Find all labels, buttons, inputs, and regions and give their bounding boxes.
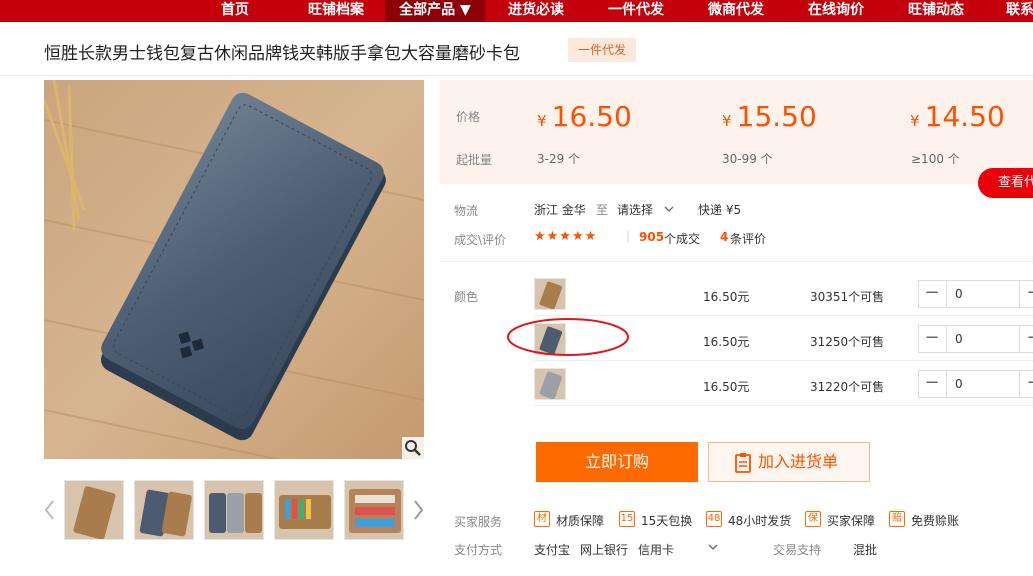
48h-shipping-icon: 48 — [706, 511, 722, 527]
service-credit[interactable]: 免费赊账 — [911, 512, 959, 529]
nav-home[interactable]: 首页 — [205, 0, 265, 22]
pay-alipay: 支付宝 — [534, 543, 571, 557]
buyer-protection-icon: 保 — [805, 511, 821, 527]
thumb-prev-arrow[interactable] — [42, 495, 58, 525]
tier-3-price: ¥ 14.50 — [910, 100, 1005, 133]
deals-count[interactable]: 905 — [639, 230, 664, 244]
increment-button[interactable]: + — [1021, 371, 1033, 397]
decrement-button[interactable]: − — [919, 326, 945, 352]
chevron-left-icon — [44, 500, 54, 520]
nav-online-inquiry[interactable]: 在线询价 — [796, 0, 876, 22]
buyer-services-label: 买家服务 — [454, 515, 503, 529]
variant-price: 16.50元 — [703, 380, 750, 394]
variant-row: 16.50元 31220个可售 − + — [439, 364, 1033, 404]
payment-label: 支付方式 — [454, 543, 503, 557]
tier-2-range: 30-99 个 — [722, 152, 773, 166]
thumbnail-1[interactable] — [64, 480, 124, 540]
tier-1-range: 3-29 个 — [537, 152, 581, 166]
quantity-stepper: − + — [918, 280, 1033, 308]
product-title: 恒胜长款男士钱包复古休闲品牌钱夹韩版手拿包大容量磨砂卡包 — [44, 44, 520, 64]
thumbnail-3[interactable] — [204, 480, 264, 540]
variant-stock: 30351个可售 — [810, 290, 885, 304]
nav-shop-news[interactable]: 旺铺动态 — [896, 0, 976, 22]
variant-stock: 31250个可售 — [810, 335, 885, 349]
quantity-input[interactable] — [946, 281, 1020, 307]
annotation-circle — [507, 318, 629, 356]
service-exchange[interactable]: 15天包换 — [641, 512, 692, 529]
service-material[interactable]: 材质保障 — [556, 512, 604, 529]
thumbnail-2[interactable] — [134, 480, 194, 540]
buy-now-button[interactable]: 立即订购 — [536, 442, 698, 482]
main-product-image[interactable] — [44, 80, 424, 459]
price-label: 价格 — [456, 110, 481, 124]
ship-from: 浙江 金华 — [534, 203, 586, 217]
tier-1-price: ¥ 16.50 — [537, 100, 632, 133]
nav-dropship[interactable]: 一件代发 — [596, 0, 676, 22]
destination-select[interactable]: 请选择 — [617, 201, 675, 218]
chevron-down-icon[interactable] — [707, 541, 719, 553]
nav-contact[interactable]: 联系 — [996, 0, 1033, 22]
tier-2-price: ¥ 15.50 — [722, 100, 817, 133]
color-swatch-grey[interactable] — [534, 368, 566, 400]
deals-reviews-label: 成交\评价 — [454, 233, 507, 247]
thumb-next-arrow[interactable] — [410, 495, 426, 525]
view-agent-button[interactable]: 查看代 — [978, 168, 1033, 198]
wallet-photo — [44, 80, 424, 459]
review-divider: | — [626, 229, 631, 243]
zoom-button[interactable] — [402, 437, 424, 459]
increment-button[interactable]: + — [1021, 281, 1033, 307]
pay-netbank: 网上银行 — [580, 543, 629, 557]
increment-button[interactable]: + — [1021, 326, 1033, 352]
add-to-cart-label: 加入进货单 — [758, 452, 839, 471]
clipboard-icon — [735, 453, 751, 473]
nav-wechat-dropship[interactable]: 微商代发 — [696, 0, 776, 22]
variant-separator — [534, 360, 1033, 361]
thumbnail-4[interactable] — [274, 480, 334, 540]
section-separator — [439, 261, 1033, 262]
chevron-right-icon — [414, 500, 424, 520]
review-count[interactable]: 4 — [720, 230, 728, 244]
tier-3-range: ≥100 个 — [911, 152, 960, 166]
chevron-down-icon — [664, 206, 674, 212]
quantity-input[interactable] — [946, 371, 1020, 397]
decrement-button[interactable]: − — [919, 371, 945, 397]
express-fee: 快递 ¥5 — [698, 203, 742, 217]
trade-support-value: 混批 — [853, 543, 878, 557]
rating-stars: ★★★★★ — [534, 229, 598, 244]
decrement-button[interactable]: − — [919, 281, 945, 307]
quantity-input[interactable] — [946, 326, 1020, 352]
variant-price: 16.50元 — [703, 290, 750, 304]
deals-unit: 个成交 — [664, 232, 701, 246]
quantity-stepper: − + — [918, 325, 1033, 353]
add-to-cart-button[interactable]: 加入进货单 — [708, 442, 870, 482]
service-protection[interactable]: 买家保障 — [827, 512, 875, 529]
dropship-tag[interactable]: 一件代发 — [568, 38, 636, 62]
variant-row: 16.50元 30351个可售 − + — [439, 274, 1033, 314]
color-swatch-brown[interactable] — [534, 278, 566, 310]
service-shipping[interactable]: 48小时发货 — [728, 512, 791, 529]
review-unit: 条评价 — [730, 232, 767, 246]
thumbnail-5[interactable] — [344, 480, 404, 540]
product-page: 首页 旺铺档案 全部产品 ▼ 进货必读 一件代发 微商代发 在线询价 旺铺动态 … — [0, 0, 1033, 576]
ship-to-word: 至 — [596, 203, 609, 217]
nav-all-products[interactable]: 全部产品 ▼ — [385, 0, 485, 22]
material-guarantee-icon: 材 — [534, 511, 550, 527]
moq-label: 起批量 — [456, 153, 493, 167]
credit-icon: 赔 — [889, 511, 905, 527]
variant-separator — [534, 405, 1033, 406]
magnifier-icon — [405, 440, 421, 456]
quantity-stepper: − + — [918, 370, 1033, 398]
logistics-label: 物流 — [454, 204, 479, 218]
nav-shop-profile[interactable]: 旺铺档案 — [296, 0, 376, 22]
title-divider — [0, 75, 1033, 76]
pay-credit-card: 信用卡 — [638, 543, 675, 557]
trade-support-label: 交易支持 — [773, 543, 822, 557]
top-nav: 首页 旺铺档案 全部产品 ▼ 进货必读 一件代发 微商代发 在线询价 旺铺动态 … — [0, 0, 1033, 22]
variant-price: 16.50元 — [703, 335, 750, 349]
nav-purchase-guide[interactable]: 进货必读 — [496, 0, 576, 22]
variant-stock: 31220个可售 — [810, 380, 885, 394]
15-day-exchange-icon: 15 — [619, 511, 635, 527]
